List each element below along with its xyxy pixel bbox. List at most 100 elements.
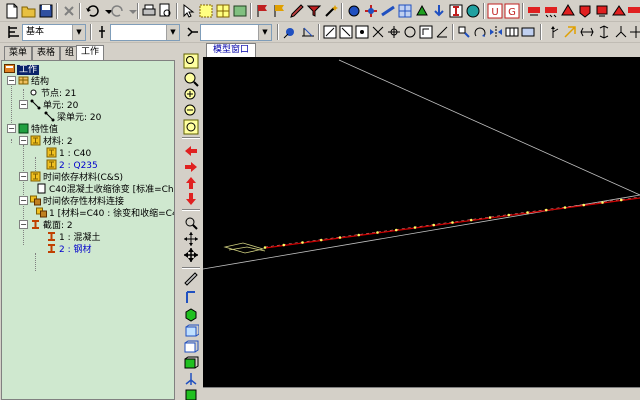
flag-icon[interactable] xyxy=(255,3,271,19)
axis-y-icon[interactable] xyxy=(562,24,578,40)
measure-icon[interactable] xyxy=(183,271,199,287)
table-u-icon[interactable]: U xyxy=(487,3,503,19)
table-g-icon[interactable]: G xyxy=(504,3,520,19)
tree-item-structure[interactable]: 结构 xyxy=(18,75,49,87)
tree-item-section-2[interactable]: 2 : 钢材 xyxy=(46,243,91,255)
boundary-5-icon[interactable] xyxy=(594,3,610,19)
snap-point-icon[interactable] xyxy=(322,24,338,40)
wand-icon[interactable] xyxy=(323,3,339,19)
tree-item-material-1[interactable]: 1 : C40 xyxy=(46,147,91,159)
print-preview-icon[interactable] xyxy=(157,3,173,19)
model-viewport[interactable] xyxy=(203,57,640,387)
redo-icon[interactable] xyxy=(110,3,126,19)
side-view-icon[interactable] xyxy=(183,339,199,355)
zoom-dynamic-icon[interactable] xyxy=(183,71,199,87)
tree-item-nodes[interactable]: 节点: 21 xyxy=(28,87,76,99)
axis-all-icon[interactable] xyxy=(628,24,640,40)
select-icon[interactable] xyxy=(181,3,197,19)
rotate-icon[interactable] xyxy=(472,24,488,40)
expand-icon[interactable]: − xyxy=(7,124,16,133)
expand-icon[interactable]: − xyxy=(7,76,16,85)
merge-icon[interactable] xyxy=(520,24,536,40)
stage-select[interactable]: 基本 ▼ xyxy=(22,24,86,41)
perspective-icon[interactable] xyxy=(183,387,199,400)
hidden-view-icon[interactable] xyxy=(183,371,199,387)
snap-grid-icon[interactable] xyxy=(300,24,316,40)
move-icon[interactable] xyxy=(456,24,472,40)
move-view-icon[interactable] xyxy=(183,247,199,263)
expand-icon[interactable]: − xyxy=(19,136,28,145)
tree-item-beam-elements[interactable]: 梁单元: 20 xyxy=(44,111,101,123)
rotate-view-icon[interactable] xyxy=(183,215,199,231)
tree-item-materials[interactable]: 材料: 2 xyxy=(30,135,73,147)
select-all-icon[interactable] xyxy=(232,3,248,19)
snap-line-icon[interactable] xyxy=(338,24,354,40)
chevron-down-icon[interactable]: ▼ xyxy=(166,25,179,40)
tree-item-time-dependent-link[interactable]: 时间依存性材料连接 xyxy=(30,195,124,207)
pan-right-icon[interactable] xyxy=(183,159,199,175)
tree-item-creep-shrinkage[interactable]: C40混凝土收缩徐变 [标准=Chi xyxy=(36,183,174,195)
zoom-window-icon[interactable] xyxy=(183,53,199,69)
load-icon[interactable] xyxy=(431,3,447,19)
pen-icon[interactable] xyxy=(289,3,305,19)
divide-icon[interactable] xyxy=(504,24,520,40)
snap-perp-icon[interactable] xyxy=(418,24,434,40)
tab-table[interactable]: 表格 xyxy=(32,46,61,60)
filter-select[interactable]: ▼ xyxy=(110,24,180,41)
snap-node-icon[interactable] xyxy=(282,24,298,40)
undo-icon[interactable] xyxy=(84,3,100,19)
element-icon[interactable] xyxy=(380,3,396,19)
snap-edge-icon[interactable] xyxy=(370,24,386,40)
pan-left-icon[interactable] xyxy=(183,143,199,159)
axis-z-icon[interactable] xyxy=(596,24,612,40)
snap-intersect-icon[interactable] xyxy=(386,24,402,40)
expand-icon[interactable]: − xyxy=(19,196,28,205)
expand-icon[interactable]: − xyxy=(19,172,28,181)
boundary-6-icon[interactable] xyxy=(611,3,627,19)
support-icon[interactable] xyxy=(414,3,430,19)
zoom-fit-icon[interactable] xyxy=(183,119,199,135)
axis-icon[interactable] xyxy=(545,24,561,40)
tab-work[interactable]: 工作 xyxy=(76,45,105,60)
tree-root-work[interactable]: 工作 xyxy=(4,63,40,75)
save-icon[interactable] xyxy=(38,3,54,19)
axis-xy-icon[interactable] xyxy=(613,24,629,40)
pan-view-icon[interactable] xyxy=(183,231,199,247)
tree-item-properties[interactable]: 特性值 xyxy=(18,123,58,135)
zoom-in-icon[interactable] xyxy=(183,87,199,103)
mesh-icon[interactable] xyxy=(397,3,413,19)
snap-circle-icon[interactable] xyxy=(402,24,418,40)
pan-down-icon[interactable] xyxy=(183,191,199,207)
move-node-icon[interactable] xyxy=(363,3,379,19)
expand-icon[interactable]: − xyxy=(19,100,28,109)
mirror-icon[interactable] xyxy=(488,24,504,40)
tab-model-window[interactable]: 模型窗口 xyxy=(206,43,257,57)
tree-item-material-2[interactable]: 2 : Q235 xyxy=(46,159,98,171)
select-window-icon[interactable] xyxy=(198,3,214,19)
filter-icon[interactable] xyxy=(306,3,322,19)
tab-menu[interactable]: 菜单 xyxy=(4,46,33,60)
boundary-3-icon[interactable] xyxy=(560,3,576,19)
zoom-out-icon[interactable] xyxy=(183,103,199,119)
section-icon[interactable] xyxy=(448,3,464,19)
left-view-icon[interactable] xyxy=(183,355,199,371)
node-icon[interactable] xyxy=(346,3,362,19)
print-icon[interactable] xyxy=(141,3,157,19)
tree-item-section-1[interactable]: 1 : 混凝土 xyxy=(46,231,100,243)
pan-up-icon[interactable] xyxy=(183,175,199,191)
tree-item-time-dependent-material[interactable]: 时间依存材料(C&S) xyxy=(30,171,123,183)
new-file-icon[interactable] xyxy=(4,3,20,19)
chevron-down-icon[interactable]: ▼ xyxy=(72,25,85,40)
snap-angle-icon[interactable] xyxy=(434,24,450,40)
front-view-icon[interactable] xyxy=(183,323,199,339)
open-file-icon[interactable] xyxy=(21,3,37,19)
expand-icon[interactable]: − xyxy=(19,220,28,229)
flag-tool-icon[interactable] xyxy=(272,3,288,19)
tree-item-material-link[interactable]: 1 [材料=C40 : 徐变和收缩=C4 xyxy=(36,207,174,219)
select-grid-icon[interactable] xyxy=(215,3,231,19)
boundary-4-icon[interactable] xyxy=(577,3,593,19)
iso-view-icon[interactable] xyxy=(183,307,199,323)
color-icon[interactable] xyxy=(465,3,481,19)
chevron-down-icon[interactable]: ▼ xyxy=(258,25,271,40)
top-view-icon[interactable] xyxy=(183,289,199,305)
